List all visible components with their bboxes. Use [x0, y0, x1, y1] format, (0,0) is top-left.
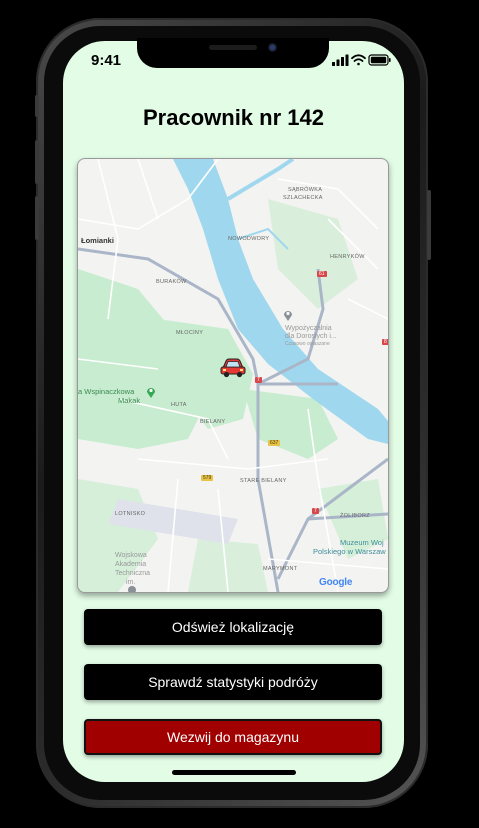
map-label-marymont: MARYMONT — [263, 566, 298, 572]
volume-down-button — [35, 196, 39, 240]
map-poi-icon — [128, 586, 136, 592]
volume-up-button — [35, 140, 39, 184]
notch — [137, 38, 329, 68]
map-road-badge: 8 — [382, 339, 388, 345]
map-label-nowodwory: NOWODWORY — [228, 236, 270, 242]
vehicle-icon[interactable] — [220, 358, 246, 378]
map-label-szlachecka: SZLACHECKA — [283, 195, 323, 201]
mute-switch — [35, 95, 39, 117]
map-road-badge: 7 — [255, 377, 262, 383]
signal-icon — [332, 54, 349, 66]
map-label-lomianki: Łomianki — [81, 236, 114, 245]
map-label-burakow: BURAKÓW — [156, 279, 187, 285]
map-poi-rental-line1: Wypożyczalnia — [285, 325, 332, 332]
map-road-badge: 579 — [201, 475, 214, 481]
map-label-bielany: BIELANY — [200, 419, 226, 425]
map-road-badge: 637 — [268, 440, 281, 446]
map-poi-academy-line2: Akademia — [115, 561, 147, 568]
map-label-stare-bielany: STARE BIELANY — [240, 478, 287, 484]
map-label-lotnisko: LOTNISKO — [115, 511, 146, 517]
page-title: Pracownik nr 142 — [143, 105, 324, 130]
map-poi-museum-line2: Polskiego w Warszaw — [313, 547, 386, 556]
map-poi-museum-line1: Muzeum Woj — [340, 538, 384, 547]
map-poi-rental-line3: Czasowo ogłaszane — [285, 341, 330, 347]
map-poi-park-line1: a Wspinaczkowa — [78, 387, 135, 396]
trip-stats-button[interactable]: Sprawdź statystyki podróży — [84, 664, 382, 700]
status-time: 9:41 — [91, 52, 122, 69]
google-logo: Google — [319, 577, 353, 588]
map-label-huta: HUTA — [171, 402, 187, 408]
home-indicator — [172, 770, 296, 775]
map-label-mlociny: MŁOCINY — [176, 330, 204, 336]
power-button — [427, 190, 431, 260]
map-label-zoliborz: ŻOLIBORZ — [340, 513, 370, 519]
battery-icon — [368, 54, 391, 66]
map-poi-rental-line2: dla Dorosłych i... — [285, 333, 337, 340]
wifi-icon — [351, 54, 366, 66]
map-poi-park-line2: Makak — [118, 396, 141, 405]
camera — [268, 43, 277, 52]
map-label-henrykow: HENRYKÓW — [330, 254, 365, 260]
map-poi-academy-line1: Wojskowa — [115, 552, 147, 559]
map-poi-academy-line3: Techniczna — [115, 570, 151, 577]
park-pin-icon — [146, 386, 156, 398]
location-map[interactable]: Łomianki SĄBRÓWKA SZLACHECKA NOWODWORY H… — [77, 158, 389, 593]
pin-icon — [283, 309, 293, 321]
map-road-badge: 61 — [317, 271, 327, 277]
summon-to-warehouse-button[interactable]: Wezwij do magazynu — [84, 719, 382, 755]
status-icons — [332, 54, 391, 66]
map-poi-academy-line4: im. — [126, 579, 136, 586]
map-road-badge: 7 — [312, 508, 319, 514]
map-label-sadrowka: SĄBRÓWKA — [288, 187, 323, 193]
refresh-location-button[interactable]: Odśwież lokalizację — [84, 609, 382, 645]
speaker — [209, 45, 257, 50]
